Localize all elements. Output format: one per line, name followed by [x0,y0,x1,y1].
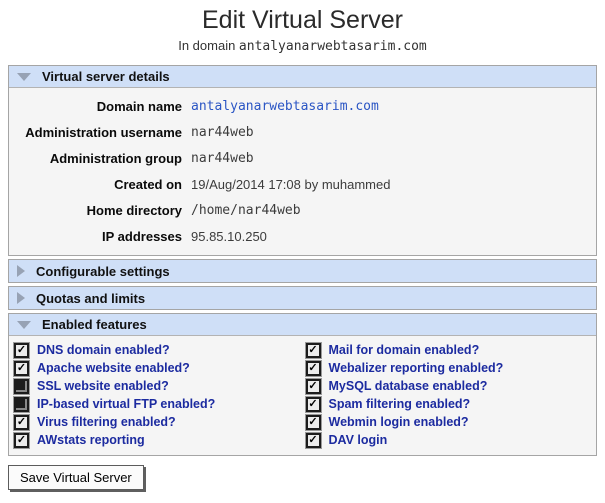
section-header-virtual-server-details[interactable]: Virtual server details [9,66,596,88]
save-virtual-server-button[interactable]: Save Virtual Server [8,465,144,490]
features-col-1: ✓ Mail for domain enabled? ✓ Webalizer repo… [303,341,595,449]
details-rows: Domain name antalyanarwebtasarim.com Admin… [9,88,596,255]
section-title: Configurable settings [36,263,170,279]
detail-label: Domain name [96,98,182,114]
feature-label: AWstats reporting [37,433,145,447]
detail-row: Created on 19/Aug/2014 17:08 by muhammed [9,171,596,197]
detail-row: IP addresses 95.85.10.250 [9,223,596,249]
detail-value: /home/nar44web [191,202,301,218]
detail-label: Administration username [25,124,182,140]
detail-row: Administration group nar44web [9,145,596,171]
feature-row: ✓ MySQL database enabled? [303,377,595,395]
checked-checkbox[interactable]: ✓ [305,378,321,394]
feature-row: ✓ Mail for domain enabled? [303,341,595,359]
detail-label: IP addresses [102,228,182,244]
feature-label: DAV login [328,433,388,447]
feature-label: MySQL database enabled? [328,379,488,393]
checked-checkbox[interactable]: ✓ [305,360,321,376]
feature-label: Webmin login enabled? [328,415,469,429]
expand-triangle-icon [17,265,25,277]
feature-row: ✓ AWstats reporting [11,431,303,449]
unchecked-checkbox[interactable] [14,378,29,394]
detail-value: nar44web [191,124,254,140]
checked-checkbox[interactable]: ✓ [305,432,321,448]
checked-checkbox[interactable]: ✓ [14,432,29,448]
detail-label: Home directory [86,202,182,218]
feature-label: Apache website enabled? [37,361,190,375]
collapse-triangle-icon [17,72,31,81]
section-title: Virtual server details [42,69,170,84]
feature-label: Virus filtering enabled? [37,415,176,429]
section-header-quotas-and-limits[interactable]: Quotas and limits [9,287,596,309]
feature-label: Mail for domain enabled? [328,343,480,357]
feature-label: Webalizer reporting enabled? [328,361,504,375]
feature-label: IP-based virtual FTP enabled? [37,397,216,411]
feature-row: ✓ Virus filtering enabled? [11,413,303,431]
detail-value: 19/Aug/2014 17:08 by muhammed [191,176,391,192]
detail-row: Domain name antalyanarwebtasarim.com [9,93,596,119]
detail-value: nar44web [191,150,254,166]
section-virtual-server-details: Virtual server details Domain name antaly… [8,65,597,256]
section-enabled-features: Enabled features ✓ DNS domain enabled? ✓ Ap… [8,313,597,456]
feature-row: ✓ DNS domain enabled? [11,341,303,359]
detail-label: Administration group [49,150,182,166]
section-title: Enabled features [42,317,147,332]
features-col-0: ✓ DNS domain enabled? ✓ Apache website enab… [11,341,303,449]
feature-row: ✓ Apache website enabled? [11,359,303,377]
section-header-enabled-features[interactable]: Enabled features [9,314,596,336]
detail-label: Created on [114,176,182,192]
checked-checkbox[interactable]: ✓ [305,342,321,358]
expand-triangle-icon [17,292,25,304]
checked-checkbox[interactable]: ✓ [14,342,29,358]
feature-label: DNS domain enabled? [37,343,170,357]
feature-row: ✓ Webmin login enabled? [303,413,595,431]
checked-checkbox[interactable]: ✓ [305,396,321,412]
detail-value: 95.85.10.250 [191,228,267,244]
detail-row: Home directory/home/nar44web [9,197,596,223]
checked-checkbox[interactable]: ✓ [14,414,29,430]
subtitle-prefix: In domain [178,38,239,53]
checked-checkbox[interactable]: ✓ [305,414,321,430]
feature-row: ✓ Spam filtering enabled? [303,395,595,413]
main-content: Virtual server details Domain name antaly… [8,65,597,456]
feature-row: SSL website enabled? [11,377,303,395]
collapse-triangle-icon [17,320,31,329]
section-title: Quotas and limits [36,290,146,306]
detail-row: Administration username nar44web [9,119,596,145]
feature-label: SSL website enabled? [37,379,169,393]
feature-label: Spam filtering enabled? [328,397,471,411]
features-body: ✓ DNS domain enabled? ✓ Apache website enab… [9,336,596,455]
feature-row: IP-based virtual FTP enabled? [11,395,303,413]
page-subtitle: In domain antalyanarwebtasarim.com [0,38,605,54]
unchecked-checkbox[interactable] [14,396,29,412]
section-quotas-and-limits: Quotas and limits [8,286,597,310]
feature-row: ✓ DAV login [303,431,595,449]
footer: Save Virtual Server [8,465,597,490]
checked-checkbox[interactable]: ✓ [14,360,29,376]
subtitle-domain: antalyanarwebtasarim.com [238,39,427,54]
domain-link[interactable]: antalyanarwebtasarim.com [191,99,379,114]
feature-row: ✓ Webalizer reporting enabled? [303,359,595,377]
page-title: Edit Virtual Server [201,6,403,34]
section-header-configurable-settings[interactable]: Configurable settings [9,260,596,282]
section-configurable-settings: Configurable settings [8,259,597,283]
